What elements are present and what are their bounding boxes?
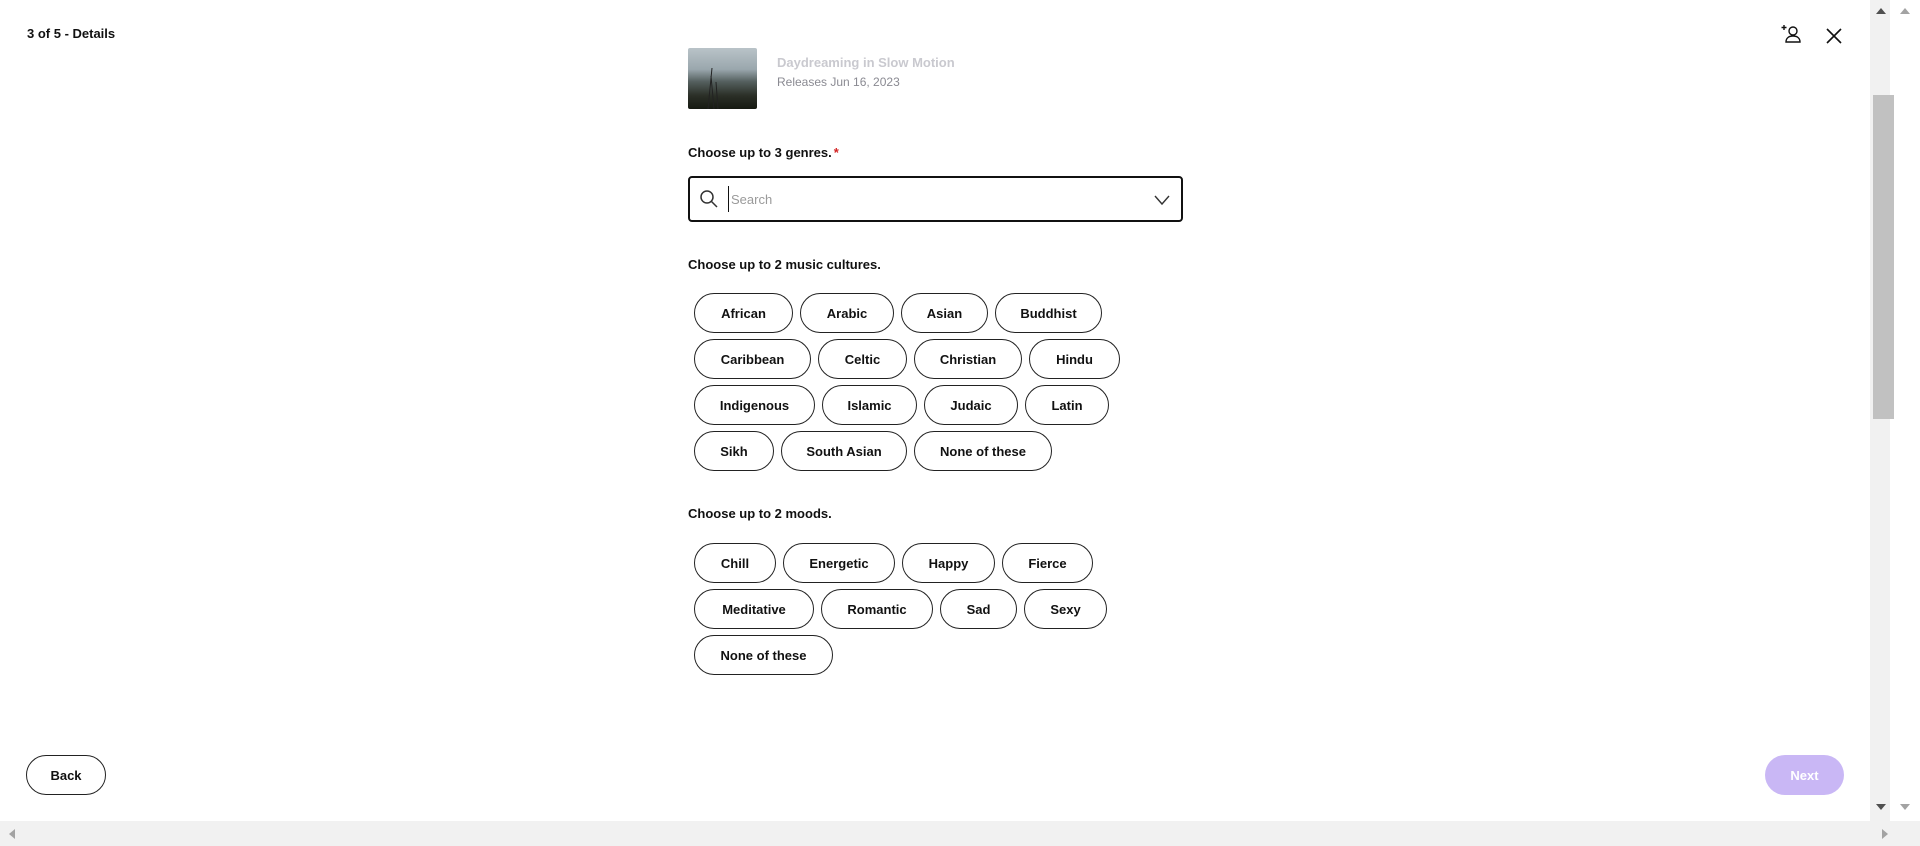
back-button[interactable]: Back <box>26 755 106 795</box>
genres-label-text: Choose up to 3 genres. <box>688 145 832 160</box>
vertical-scroll-thumb[interactable] <box>1873 95 1894 419</box>
mood-chip-meditative[interactable]: Meditative <box>694 589 814 629</box>
release-summary: Daydreaming in Slow Motion Releases Jun … <box>688 48 1208 110</box>
mood-chip-romantic[interactable]: Romantic <box>821 589 933 629</box>
culture-chip-latin[interactable]: Latin <box>1025 385 1109 425</box>
search-icon <box>700 190 718 208</box>
culture-chip-asian[interactable]: Asian <box>901 293 988 333</box>
culture-chip-none[interactable]: None of these <box>914 431 1052 471</box>
release-artwork <box>688 48 757 109</box>
release-date: Releases Jun 16, 2023 <box>777 75 900 89</box>
chip-row: Chill Energetic Happy Fierce <box>694 543 1194 583</box>
genre-search-input[interactable] <box>728 186 1128 212</box>
chip-row: Sikh South Asian None of these <box>694 431 1194 471</box>
culture-chip-sikh[interactable]: Sikh <box>694 431 774 471</box>
culture-chip-african[interactable]: African <box>694 293 793 333</box>
mood-chip-none[interactable]: None of these <box>694 635 833 675</box>
scroll-left-icon[interactable] <box>7 828 17 840</box>
page-title: 3 of 5 - Details <box>27 26 116 41</box>
horizontal-scrollbar[interactable] <box>0 821 1920 846</box>
chip-row: Indigenous Islamic Judaic Latin <box>694 385 1194 425</box>
chip-row: African Arabic Asian Buddhist <box>694 293 1194 333</box>
culture-chip-caribbean[interactable]: Caribbean <box>694 339 811 379</box>
culture-chip-buddhist[interactable]: Buddhist <box>995 293 1102 333</box>
mood-chip-sexy[interactable]: Sexy <box>1024 589 1107 629</box>
mood-chip-chill[interactable]: Chill <box>694 543 776 583</box>
genre-search-field[interactable] <box>688 176 1183 222</box>
chip-row: Meditative Romantic Sad Sexy <box>694 589 1194 629</box>
moods-label: Choose up to 2 moods. <box>688 506 832 521</box>
required-marker: * <box>833 145 839 160</box>
scroll-right-icon[interactable] <box>1880 828 1890 840</box>
chevron-down-icon[interactable] <box>1153 192 1171 208</box>
mood-chip-happy[interactable]: Happy <box>902 543 995 583</box>
culture-chip-celtic[interactable]: Celtic <box>818 339 907 379</box>
mood-chip-group: Chill Energetic Happy Fierce Meditative … <box>694 543 1194 681</box>
culture-chip-islamic[interactable]: Islamic <box>822 385 917 425</box>
culture-chip-indigenous[interactable]: Indigenous <box>694 385 815 425</box>
culture-chip-christian[interactable]: Christian <box>914 339 1022 379</box>
release-title: Daydreaming in Slow Motion <box>777 55 955 70</box>
mood-chip-sad[interactable]: Sad <box>940 589 1017 629</box>
mood-chip-fierce[interactable]: Fierce <box>1002 543 1093 583</box>
outer-scroll-up-icon[interactable] <box>1899 6 1911 16</box>
outer-scroll-down-icon[interactable] <box>1899 802 1911 812</box>
scroll-up-icon[interactable] <box>1875 6 1887 16</box>
culture-chip-south-asian[interactable]: South Asian <box>781 431 907 471</box>
next-button[interactable]: Next <box>1765 755 1844 795</box>
culture-chip-hindu[interactable]: Hindu <box>1029 339 1120 379</box>
close-icon[interactable] <box>1822 24 1846 48</box>
add-person-icon[interactable] <box>1780 22 1804 46</box>
chip-row: Caribbean Celtic Christian Hindu <box>694 339 1194 379</box>
mood-chip-energetic[interactable]: Energetic <box>783 543 895 583</box>
cultures-label: Choose up to 2 music cultures. <box>688 257 881 272</box>
chip-row: None of these <box>694 635 1194 675</box>
scroll-down-icon[interactable] <box>1875 802 1887 812</box>
genres-label: Choose up to 3 genres. * <box>688 145 839 160</box>
culture-chip-group: African Arabic Asian Buddhist Caribbean … <box>694 293 1194 477</box>
culture-chip-judaic[interactable]: Judaic <box>924 385 1018 425</box>
culture-chip-arabic[interactable]: Arabic <box>800 293 894 333</box>
